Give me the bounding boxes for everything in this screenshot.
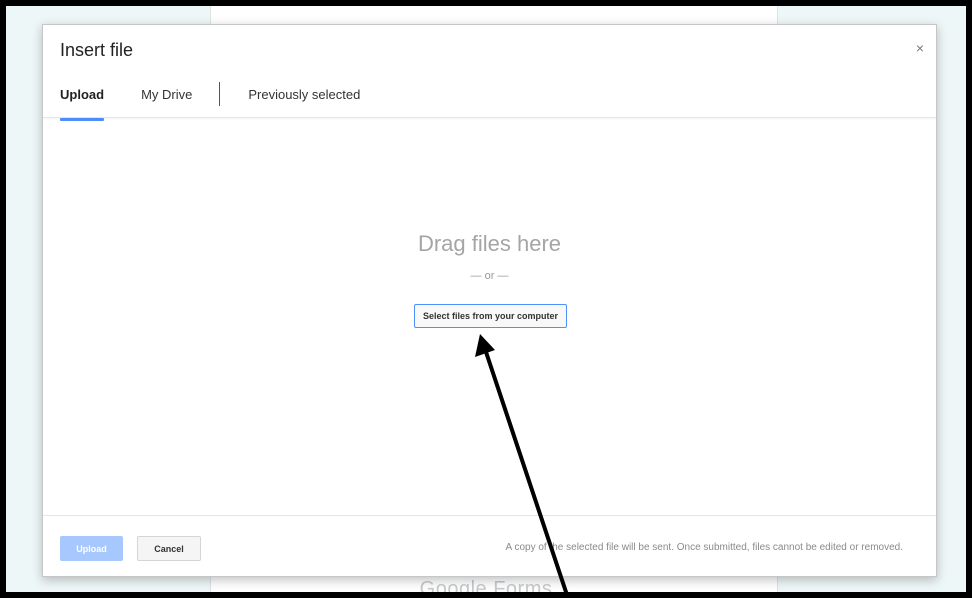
tab-my-drive[interactable]: My Drive <box>141 81 192 117</box>
or-separator: — or — <box>470 270 509 282</box>
drop-zone[interactable]: Drag files here — or — Select files from… <box>43 118 936 516</box>
background-footer-text: Google Forms <box>419 578 553 592</box>
dialog-title: Insert file <box>60 40 134 60</box>
tab-bar: Upload My Drive Previously selected <box>60 81 360 121</box>
submission-note: A copy of the selected file will be sent… <box>505 542 903 553</box>
tab-upload[interactable]: Upload <box>60 81 105 121</box>
tab-divider <box>219 82 221 106</box>
close-icon[interactable]: × <box>916 41 924 55</box>
insert-file-dialog: Insert file × Upload My Drive Previously… <box>42 24 937 577</box>
select-files-button[interactable]: Select files from your computer <box>414 304 567 328</box>
tab-previously-selected[interactable]: Previously selected <box>248 81 360 117</box>
screenshot-frame: Google Forms Insert file × Upload My Dri… <box>0 0 972 598</box>
upload-button[interactable]: Upload <box>60 536 123 561</box>
footer-divider <box>43 515 936 516</box>
cancel-button[interactable]: Cancel <box>137 536 201 561</box>
drag-files-heading: Drag files here <box>417 231 562 256</box>
